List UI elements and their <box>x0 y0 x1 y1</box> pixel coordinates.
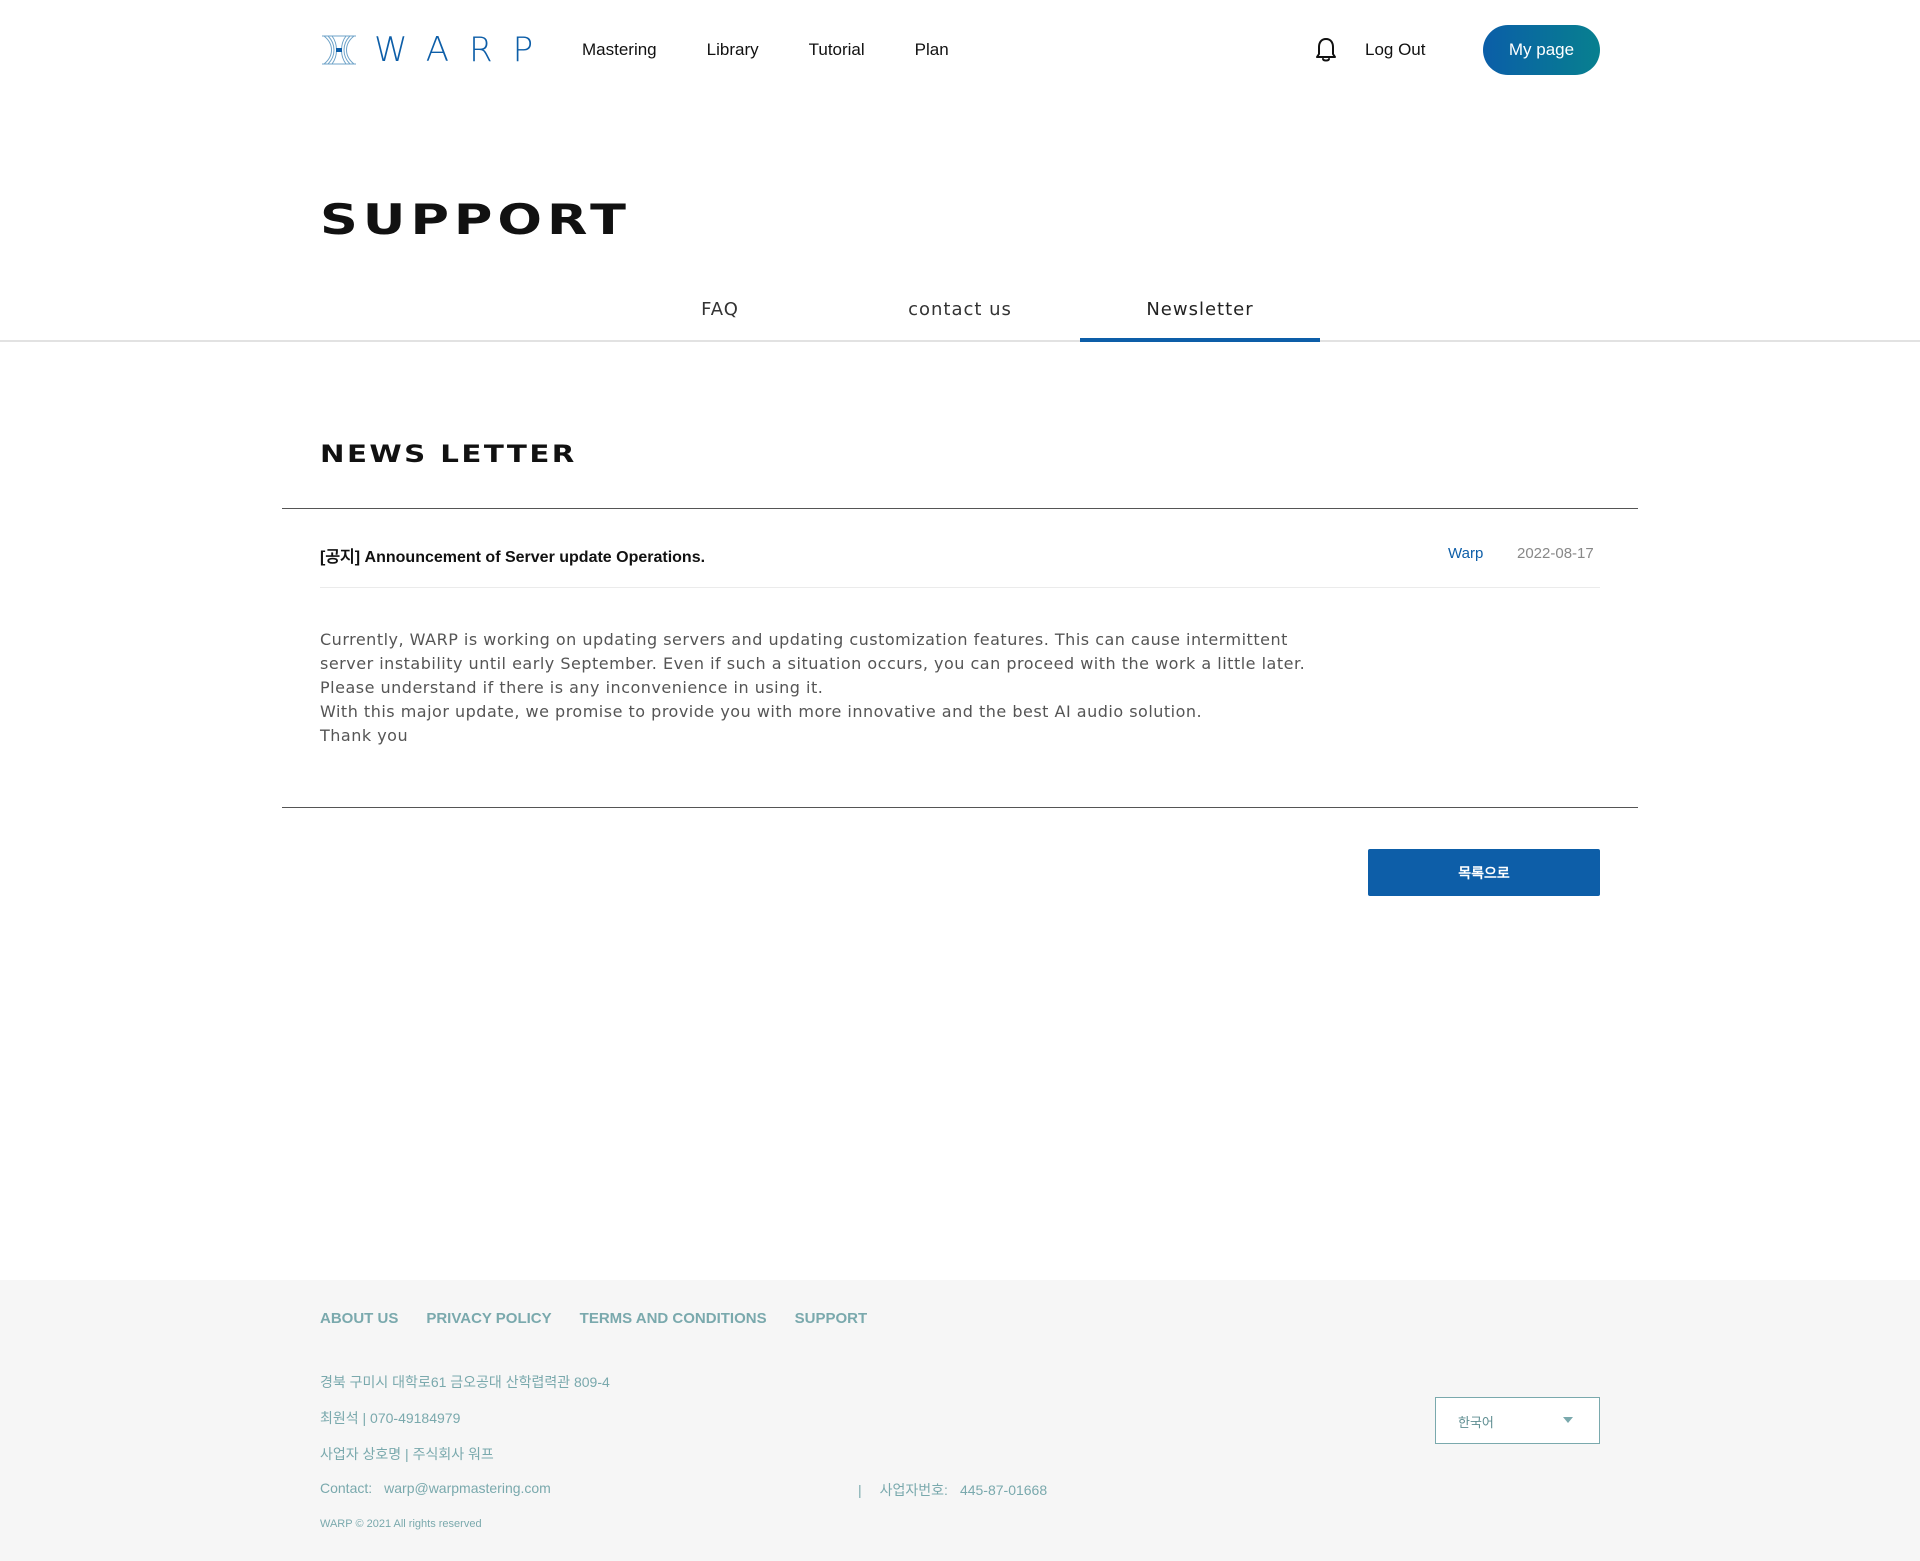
footer-copyright: WARP © 2021 All rights reserved <box>320 1518 482 1530</box>
post-body-line: With this major update, we promise to pr… <box>320 702 1203 721</box>
caret-down-icon <box>1563 1417 1573 1423</box>
post-body-line: server instability until early September… <box>320 654 1306 673</box>
back-to-list-button[interactable]: 목록으로 <box>1368 849 1600 896</box>
support-tabs: FAQ contact us Newsletter <box>0 290 1920 342</box>
footer-links: ABOUT US PRIVACY POLICY TERMS AND CONDIT… <box>320 1310 867 1327</box>
post-body-line: Thank you <box>320 726 409 745</box>
footer-contact-label: Contact: <box>320 1480 373 1496</box>
footer-link-terms[interactable]: TERMS AND CONDITIONS <box>580 1310 767 1327</box>
footer-link-about[interactable]: ABOUT US <box>320 1310 398 1327</box>
main-nav: Mastering Library Tutorial Plan <box>582 38 949 62</box>
page-title: SUPPORT <box>320 195 631 244</box>
logout-link[interactable]: Log Out <box>1365 38 1426 62</box>
post-body: Currently, WARP is working on updating s… <box>320 628 1610 748</box>
post-date: 2022-08-17 <box>1517 545 1594 562</box>
post-author: Warp <box>1448 545 1484 562</box>
logo-text: WARP <box>374 30 554 70</box>
footer-biz-number: 445-87-01668 <box>959 1482 1048 1498</box>
logo[interactable]: WARP <box>320 30 553 70</box>
post-body-line: Please understand if there is any inconv… <box>320 678 824 697</box>
footer-business-number: | 사업자번호: 445-87-01668 <box>858 1480 1047 1500</box>
divider-bottom <box>282 807 1638 808</box>
nav-plan[interactable]: Plan <box>915 38 949 62</box>
mypage-button[interactable]: My page <box>1483 25 1600 75</box>
section-title: NEWS LETTER <box>320 440 577 468</box>
language-select-value: 한국어 <box>1458 1416 1494 1431</box>
footer-ceo-phone: 최원석 | 070-49184979 <box>320 1410 461 1426</box>
header: WARP Mastering Library Tutorial Plan Log… <box>0 0 1920 100</box>
footer-address: 경북 구미시 대학로61 금오공대 산학렵력관 809-4 <box>320 1374 610 1390</box>
footer-contact-email[interactable]: warp@warpmastering.com <box>384 1480 551 1496</box>
warp-logo-icon <box>322 35 356 65</box>
nav-mastering[interactable]: Mastering <box>582 38 657 62</box>
language-select[interactable]: 한국어 <box>1435 1397 1600 1444</box>
bell-icon[interactable] <box>1314 37 1338 63</box>
footer-company: 사업자 상호명 | 주식회사 워프 <box>320 1446 494 1462</box>
footer-link-privacy[interactable]: PRIVACY POLICY <box>426 1310 551 1327</box>
tab-contact-us[interactable]: contact us <box>840 290 1080 342</box>
divider-top <box>282 508 1638 509</box>
nav-library[interactable]: Library <box>707 38 759 62</box>
footer-separator: | <box>858 1482 862 1498</box>
divider-sub <box>320 587 1600 588</box>
footer-contact: Contact: warp@warpmastering.com <box>320 1480 551 1496</box>
footer: ABOUT US PRIVACY POLICY TERMS AND CONDIT… <box>0 1280 1920 1561</box>
tab-newsletter[interactable]: Newsletter <box>1080 290 1320 342</box>
post-title: [공지] Announcement of Server update Opera… <box>320 549 706 566</box>
footer-biz-label: 사업자번호: <box>879 1482 948 1498</box>
post-body-line: Currently, WARP is working on updating s… <box>320 630 1288 649</box>
nav-tutorial[interactable]: Tutorial <box>809 38 865 62</box>
footer-link-support[interactable]: SUPPORT <box>795 1310 868 1327</box>
tab-faq[interactable]: FAQ <box>600 290 840 342</box>
